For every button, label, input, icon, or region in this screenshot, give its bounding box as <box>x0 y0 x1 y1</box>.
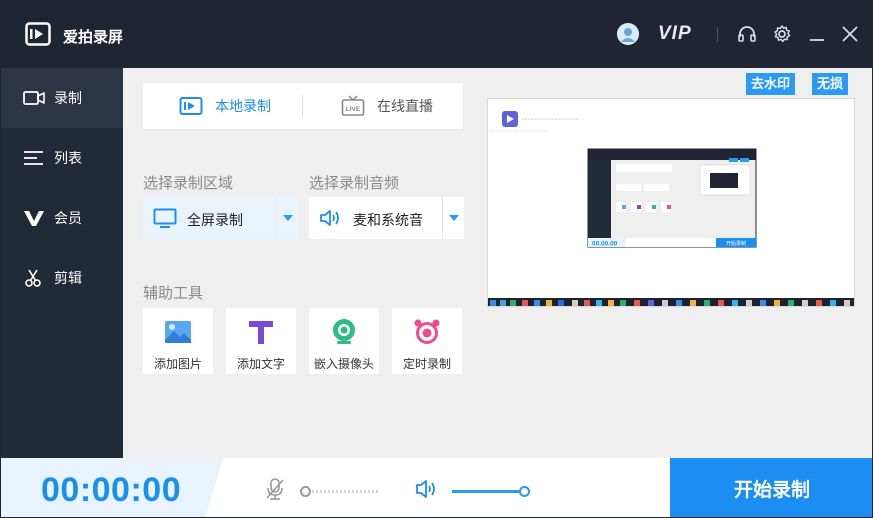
text-icon <box>249 321 273 344</box>
system-volume-slider[interactable] <box>452 484 532 498</box>
add-image-button[interactable]: 添加图片 <box>143 308 213 374</box>
embed-camera-button[interactable]: 嵌入摄像头 <box>309 308 379 374</box>
sidebar-item-label: 剪辑 <box>54 270 82 286</box>
volume-slider-fill <box>452 490 524 493</box>
scissors-icon <box>25 269 41 287</box>
speaker-icon <box>320 210 339 226</box>
titlebar-divider <box>717 27 718 42</box>
app-window: 爱拍录屏 VIP 录制 列表 会员 剪辑 本地录制 LIVE 在线直播 选择录制… <box>0 0 873 518</box>
vip-badge[interactable]: VIP <box>658 23 692 45</box>
tab-local-record-label: 本地录制 <box>215 98 271 114</box>
minimize-icon[interactable] <box>806 23 828 45</box>
preview-inner-timer: 00.00.00 <box>592 241 618 248</box>
sidebar-item-record[interactable]: 录制 <box>1 68 123 128</box>
title-bar[interactable]: 爱拍录屏 VIP <box>1 1 872 68</box>
image-icon <box>165 321 191 343</box>
mic-volume-slider[interactable] <box>300 484 380 498</box>
tools-section-label: 辅助工具 <box>143 285 204 302</box>
add-text-button[interactable]: 添加文字 <box>226 308 296 374</box>
region-dropdown-arrow[interactable] <box>276 197 298 239</box>
sidebar: 录制 列表 会员 剪辑 <box>1 68 123 458</box>
volume-slider-knob[interactable] <box>519 486 530 497</box>
recording-timer: 00:00:00 <box>41 471 182 509</box>
audio-section-label: 选择录制音频 <box>309 175 400 192</box>
timed-record-button[interactable]: 定时录制 <box>392 308 462 374</box>
gear-icon[interactable] <box>771 23 793 45</box>
region-select[interactable]: 全屏录制 <box>143 197 298 239</box>
region-select-value: 全屏录制 <box>187 212 243 228</box>
live-tv-icon: LIVE <box>341 95 365 116</box>
record-icon <box>23 91 45 105</box>
avatar[interactable] <box>617 23 639 45</box>
tab-local-record[interactable]: 本地录制 <box>179 83 271 129</box>
sidebar-item-edit[interactable]: 剪辑 <box>1 248 123 308</box>
embed-camera-label: 嵌入摄像头 <box>313 357 374 371</box>
mic-muted-icon[interactable] <box>263 477 287 501</box>
close-icon[interactable] <box>839 23 861 45</box>
audio-select[interactable]: 麦和系统音 <box>309 197 464 239</box>
audio-dropdown-arrow[interactable] <box>442 197 464 239</box>
vip-icon <box>24 211 44 226</box>
local-record-icon <box>179 97 203 115</box>
mode-switch: 本地录制 LIVE 在线直播 <box>143 83 463 129</box>
bottom-bar: 00:00:00 开始录制 <box>1 458 872 517</box>
list-icon <box>24 151 43 165</box>
main-panel: 本地录制 LIVE 在线直播 选择录制区域 选择录制音频 全屏录制 麦和系统音 … <box>123 68 872 458</box>
audio-select-value: 麦和系统音 <box>353 212 423 228</box>
screen-preview-thumbnail: 00.00.00 开始录制 <box>488 99 854 306</box>
speaker-volume-icon[interactable] <box>414 477 438 501</box>
preview-pane: 00.00.00 开始录制 <box>487 98 855 307</box>
tab-live-stream[interactable]: LIVE 在线直播 <box>341 83 433 129</box>
monitor-icon <box>153 208 177 228</box>
live-icon-text: LIVE <box>346 106 361 113</box>
sidebar-item-list[interactable]: 列表 <box>1 128 123 188</box>
sidebar-item-label: 会员 <box>54 210 82 226</box>
sidebar-item-label: 列表 <box>54 150 82 166</box>
timed-record-label: 定时录制 <box>402 357 451 371</box>
region-section-label: 选择录制区域 <box>143 175 234 192</box>
add-image-label: 添加图片 <box>153 357 202 371</box>
start-recording-button[interactable]: 开始录制 <box>670 458 872 517</box>
sidebar-item-label: 录制 <box>54 90 82 106</box>
sidebar-item-vip[interactable]: 会员 <box>1 188 123 248</box>
app-title: 爱拍录屏 <box>63 29 124 46</box>
mic-slider-knob[interactable] <box>300 486 311 497</box>
user-avatar-icon <box>617 23 639 45</box>
remove-watermark-button[interactable]: 去水印 <box>746 73 796 95</box>
mic-slider-track <box>300 490 380 493</box>
lossless-button[interactable]: 无损 <box>812 73 849 95</box>
tab-live-stream-label: 在线直播 <box>377 98 433 114</box>
camera-icon <box>333 319 355 344</box>
preview-inner-start: 开始录制 <box>726 240 746 247</box>
add-text-label: 添加文字 <box>236 357 285 371</box>
headset-icon[interactable] <box>736 23 758 45</box>
alarm-clock-icon <box>414 319 440 344</box>
mode-divider <box>302 95 303 117</box>
app-logo-icon <box>25 22 51 46</box>
